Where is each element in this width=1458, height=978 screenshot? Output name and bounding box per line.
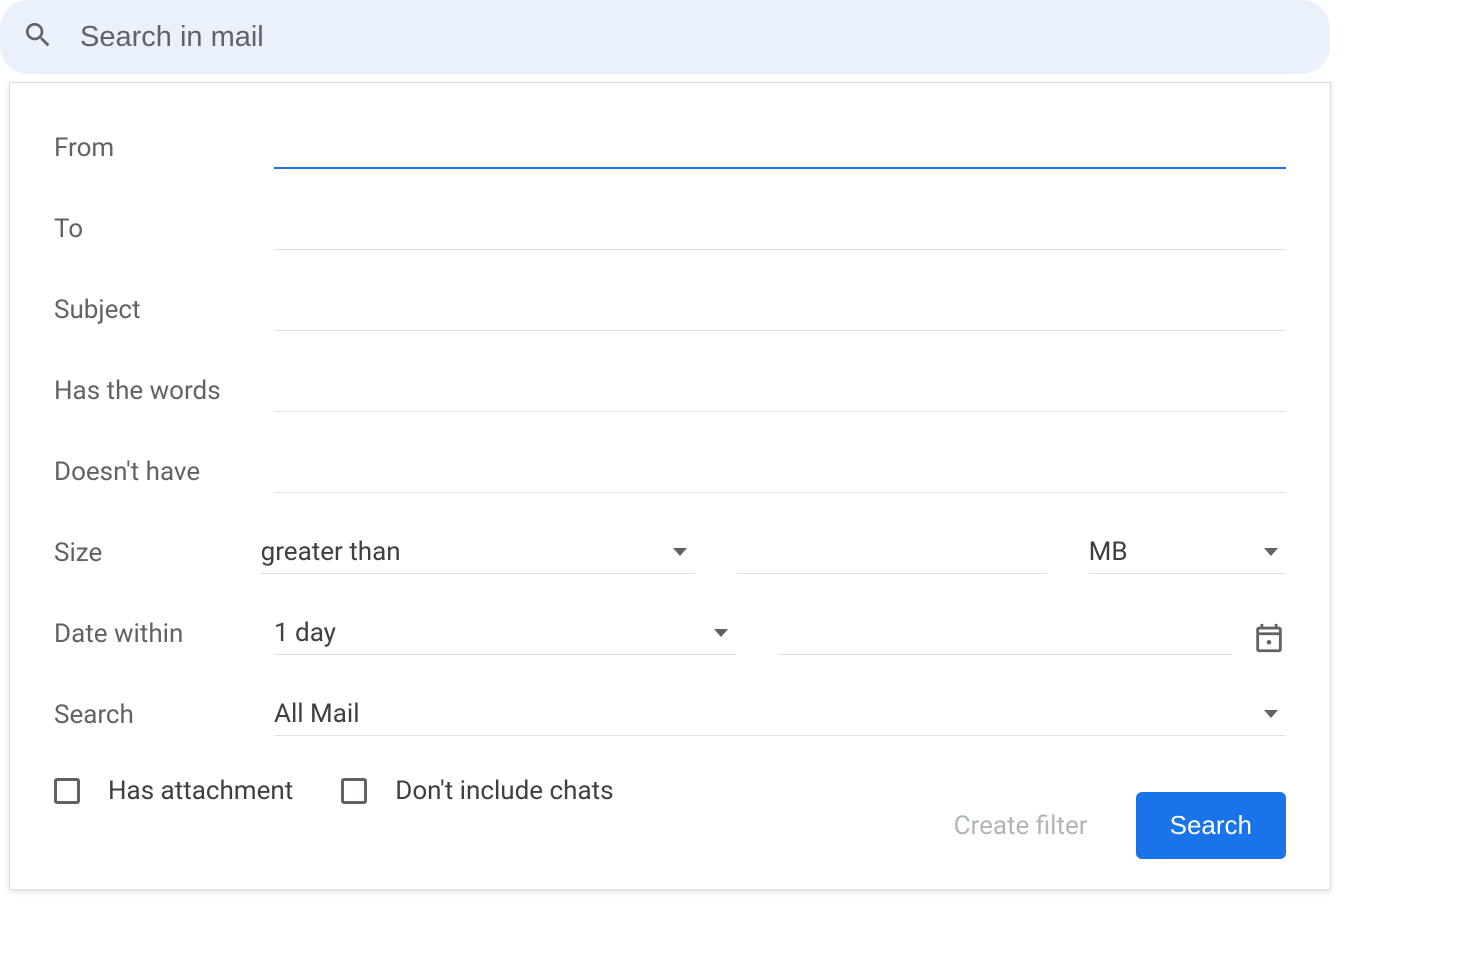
search-in-label: Search xyxy=(54,700,274,736)
chevron-down-icon xyxy=(1264,548,1278,556)
size-label: Size xyxy=(54,538,261,574)
has-words-row: Has the words xyxy=(54,371,1286,412)
chevron-down-icon xyxy=(1264,710,1278,718)
size-unit-select[interactable]: MB xyxy=(1089,533,1286,574)
has-attachment-label: Has attachment xyxy=(108,776,293,806)
subject-label: Subject xyxy=(54,295,274,331)
search-icon[interactable] xyxy=(22,19,54,55)
subject-row: Subject xyxy=(54,290,1286,331)
date-range-select[interactable]: 1 day xyxy=(274,614,736,655)
search-in-select[interactable]: All Mail xyxy=(274,695,1286,736)
size-value-input[interactable] xyxy=(737,533,1047,574)
doesnt-have-label: Doesn't have xyxy=(54,457,274,493)
subject-input[interactable] xyxy=(274,290,1286,331)
checkbox-icon xyxy=(54,778,80,804)
calendar-icon[interactable] xyxy=(1252,621,1286,655)
search-in-row: Search All Mail xyxy=(54,695,1286,736)
doesnt-have-input[interactable] xyxy=(274,452,1286,493)
to-input[interactable] xyxy=(274,209,1286,250)
size-operator-select[interactable]: greater than xyxy=(261,533,695,574)
chevron-down-icon xyxy=(673,548,687,556)
exclude-chats-checkbox[interactable]: Don't include chats xyxy=(341,776,613,806)
date-label: Date within xyxy=(54,619,274,655)
search-bar xyxy=(0,0,1330,74)
size-operator-value: greater than xyxy=(261,537,401,567)
size-row: Size greater than MB xyxy=(54,533,1286,574)
from-label: From xyxy=(54,133,274,169)
to-row: To xyxy=(54,209,1286,250)
date-input[interactable] xyxy=(778,614,1232,655)
checkbox-icon xyxy=(341,778,367,804)
chevron-down-icon xyxy=(714,629,728,637)
search-button[interactable]: Search xyxy=(1136,792,1286,859)
date-row: Date within 1 day xyxy=(54,614,1286,655)
exclude-chats-label: Don't include chats xyxy=(395,776,613,806)
from-row: From xyxy=(54,127,1286,169)
size-unit-value: MB xyxy=(1089,537,1128,567)
create-filter-button: Create filter xyxy=(954,811,1088,841)
has-attachment-checkbox[interactable]: Has attachment xyxy=(54,776,293,806)
search-in-value: All Mail xyxy=(274,699,360,729)
doesnt-have-row: Doesn't have xyxy=(54,452,1286,493)
advanced-search-panel: From To Subject Has the words Doesn't ha… xyxy=(9,82,1331,890)
has-words-label: Has the words xyxy=(54,376,274,412)
from-input[interactable] xyxy=(274,127,1286,169)
search-input[interactable] xyxy=(80,21,1308,54)
has-words-input[interactable] xyxy=(274,371,1286,412)
to-label: To xyxy=(54,214,274,250)
date-range-value: 1 day xyxy=(274,618,336,648)
panel-footer: Create filter Search xyxy=(954,792,1286,859)
